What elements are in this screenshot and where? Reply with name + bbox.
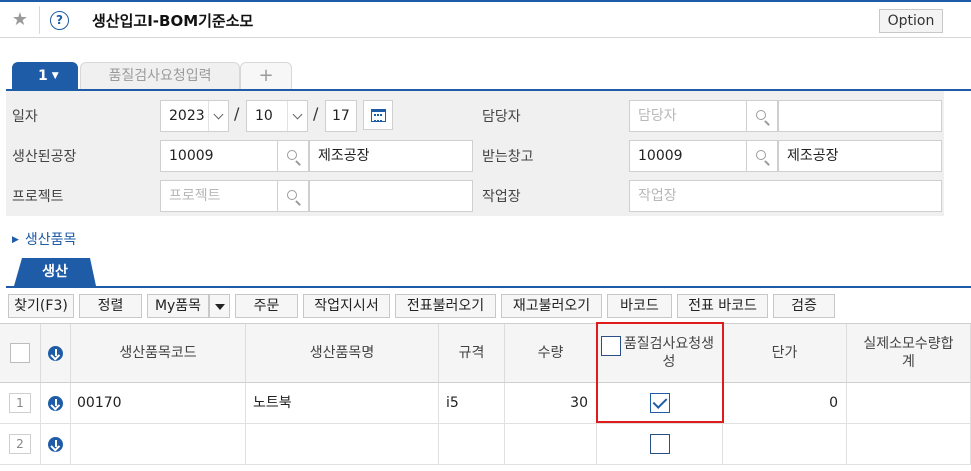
search-icon[interactable] — [278, 180, 309, 212]
col-spec[interactable]: 규격 — [439, 324, 505, 383]
cell-quantity[interactable]: 30 — [505, 383, 597, 424]
search-icon[interactable] — [278, 140, 309, 172]
cell-item-name[interactable]: 노트북 — [246, 383, 439, 424]
load-slip-button[interactable]: 전표불러오기 — [395, 294, 496, 318]
option-button[interactable]: Option — [879, 9, 943, 33]
project-name-field[interactable] — [309, 180, 473, 212]
row-download-cell — [41, 424, 71, 465]
download-header — [41, 324, 71, 383]
tab-quality-inspection[interactable]: 품질검사요청입력 — [80, 62, 240, 90]
date-label: 일자 — [12, 109, 38, 125]
cell-spec[interactable] — [439, 424, 505, 465]
star-icon[interactable]: ★ — [10, 10, 30, 30]
table-row[interactable]: 1 — [0, 383, 41, 424]
col-actual-consumption[interactable]: 실제소모수량합계 — [847, 324, 971, 383]
col-quantity[interactable]: 수량 — [505, 324, 597, 383]
manager-name-field[interactable] — [778, 100, 942, 132]
work-order-button[interactable]: 작업지시서 — [303, 294, 390, 318]
cell-quantity[interactable] — [505, 424, 597, 465]
manager-input[interactable]: 담당자 — [629, 100, 747, 132]
load-stock-button[interactable]: 재고불러오기 — [501, 294, 602, 318]
row-number: 1 — [9, 393, 31, 413]
col-quality-request[interactable]: 품질검사요청생성 — [597, 324, 723, 383]
cell-item-code[interactable]: 00170 — [71, 383, 246, 424]
factory-code-input[interactable]: 10009 — [160, 140, 278, 172]
workplace-label: 작업장 — [482, 189, 521, 205]
select-all-checkbox[interactable] — [10, 343, 30, 363]
cell-item-name[interactable] — [246, 424, 439, 465]
section-title: 생산품목 — [24, 232, 77, 248]
tab-production[interactable]: 생산 — [14, 258, 96, 286]
workplace-input[interactable]: 작업장 — [629, 180, 942, 212]
cell-quality-request — [597, 383, 723, 424]
date-separator: / — [234, 104, 240, 123]
cell-unit-price[interactable]: 0 — [723, 383, 847, 424]
col-item-code[interactable]: 생산품목코드 — [71, 324, 246, 383]
triangle-right-icon: ▶ — [12, 235, 19, 245]
caret-down-icon[interactable]: ▼ — [52, 62, 59, 90]
find-button[interactable]: 찾기(F3) — [8, 294, 74, 318]
download-circle-icon[interactable] — [48, 436, 63, 452]
cell-quality-request — [597, 424, 723, 465]
factory-name-field[interactable]: 제조공장 — [309, 140, 473, 172]
factory-label: 생산된공장 — [12, 149, 77, 165]
quality-request-checkbox[interactable] — [649, 434, 670, 454]
tab-1[interactable]: 1 ▼ — [12, 62, 78, 90]
caret-down-icon[interactable] — [209, 294, 230, 318]
warehouse-name-field[interactable]: 제조공장 — [778, 140, 942, 172]
warehouse-label: 받는창고 — [482, 149, 534, 165]
sort-button[interactable]: 정렬 — [79, 294, 142, 318]
cell-actual-consumption[interactable] — [847, 383, 971, 424]
cell-unit-price[interactable] — [723, 424, 847, 465]
cell-spec[interactable]: i5 — [439, 383, 505, 424]
download-circle-icon[interactable] — [48, 395, 63, 411]
table-row[interactable]: 2 — [0, 424, 41, 465]
my-items-button[interactable]: My품목 — [147, 294, 209, 318]
cell-item-code[interactable] — [71, 424, 246, 465]
barcode-button[interactable]: 바코드 — [607, 294, 672, 318]
date-month-select[interactable]: 10 — [246, 100, 308, 132]
calendar-icon — [371, 109, 386, 122]
row-number: 2 — [9, 434, 31, 454]
col-item-name[interactable]: 생산품목명 — [246, 324, 439, 383]
verify-button[interactable]: 검증 — [773, 294, 835, 318]
header-divider — [39, 6, 40, 34]
row-download-cell — [41, 383, 71, 424]
quality-request-all-checkbox[interactable] — [601, 336, 621, 356]
date-year-value: 2023 — [169, 108, 205, 124]
select-all-header — [0, 324, 41, 383]
col-quality-request-label: 품질검사요청생성 — [623, 336, 715, 370]
page-title: 생산입고I-BOM기준소모 — [92, 12, 254, 30]
col-unit-price[interactable]: 단가 — [723, 324, 847, 383]
tab-1-label: 1 — [38, 68, 48, 84]
chevron-down-icon — [287, 101, 307, 131]
chevron-down-icon — [208, 101, 228, 131]
date-separator: / — [313, 104, 319, 123]
project-label: 프로젝트 — [12, 189, 64, 205]
date-year-select[interactable]: 2023 — [160, 100, 229, 132]
date-month-value: 10 — [255, 108, 273, 124]
quality-request-checkbox[interactable] — [649, 393, 670, 413]
add-tab-button[interactable]: + — [240, 62, 292, 90]
slip-barcode-button[interactable]: 전표 바코드 — [677, 294, 768, 318]
project-input[interactable]: 프로젝트 — [160, 180, 278, 212]
production-tab-underline — [6, 286, 971, 288]
cell-actual-consumption[interactable] — [847, 424, 971, 465]
calendar-button[interactable] — [363, 100, 393, 130]
items-grid: 생산품목코드 생산품목명 규격 수량 품질검사요청생성 단가 실제소모수량합계 … — [0, 323, 971, 471]
warehouse-code-input[interactable]: 10009 — [629, 140, 747, 172]
search-icon[interactable] — [747, 100, 778, 132]
order-button[interactable]: 주문 — [235, 294, 298, 318]
search-icon[interactable] — [747, 140, 778, 172]
manager-label: 담당자 — [482, 109, 521, 125]
page-header: ★ ? 생산입고I-BOM기준소모 Option — [0, 2, 971, 38]
section-toggle-production-items[interactable]: ▶ 생산품목 — [12, 229, 76, 249]
date-day-input[interactable]: 17 — [325, 100, 357, 132]
download-circle-icon[interactable] — [48, 345, 63, 361]
help-icon[interactable]: ? — [50, 11, 69, 30]
